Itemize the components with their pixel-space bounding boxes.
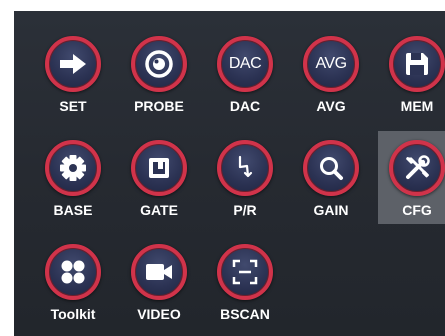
save-disk-icon <box>406 53 428 75</box>
avg-circle: AVG <box>303 36 359 92</box>
toolkit-label: Toolkit <box>50 306 96 322</box>
gear-icon <box>60 155 86 181</box>
gate-button[interactable]: GATE <box>118 132 206 232</box>
probe-label: PROBE <box>134 98 184 114</box>
video-button[interactable]: VIDEO <box>118 236 206 336</box>
four-dots-icon <box>61 260 85 284</box>
video-label: VIDEO <box>137 306 181 322</box>
base-circle <box>45 140 101 196</box>
video-camera-icon <box>146 264 172 280</box>
gain-circle <box>303 140 359 196</box>
pulse-icon <box>238 155 253 178</box>
bscan-button[interactable]: BSCAN <box>204 236 292 336</box>
toolkit-circle <box>45 244 101 300</box>
base-label: BASE <box>53 202 93 218</box>
cfg-circle <box>389 140 445 196</box>
arrow-right-icon <box>60 54 86 74</box>
set-label: SET <box>59 98 87 114</box>
video-circle <box>131 244 187 300</box>
mem-circle <box>389 36 445 92</box>
probe-circle <box>131 36 187 92</box>
gain-button[interactable]: GAIN <box>290 132 378 232</box>
magnifier-icon <box>320 157 343 180</box>
mem-button[interactable]: MEM <box>376 28 445 128</box>
pr-label: P/R <box>233 202 257 218</box>
dac-circle: DAC <box>217 36 273 92</box>
cfg-label: CFG <box>402 202 432 218</box>
set-circle <box>45 36 101 92</box>
probe-icon <box>145 50 173 78</box>
probe-button[interactable]: PROBE <box>118 28 206 128</box>
cfg-button[interactable]: CFG <box>376 132 445 232</box>
avg-label: AVG <box>316 98 346 114</box>
gain-label: GAIN <box>313 202 349 218</box>
gate-label: GATE <box>140 202 178 218</box>
set-button[interactable]: SET <box>32 28 120 128</box>
avg-text-icon: AVG <box>315 55 347 72</box>
pr-circle <box>217 140 273 196</box>
bscan-label: BSCAN <box>220 306 270 322</box>
tools-icon <box>406 155 430 179</box>
menu-panel: SET PROBE DAC DAC AVG AVG MEM BASE GATE … <box>14 11 445 336</box>
gate-icon <box>149 158 169 178</box>
base-button[interactable]: BASE <box>32 132 120 232</box>
scan-frame-icon <box>232 259 258 285</box>
bscan-circle <box>217 244 273 300</box>
gate-circle <box>131 140 187 196</box>
mem-label: MEM <box>400 98 434 114</box>
dac-text-icon: DAC <box>228 55 262 72</box>
pr-button[interactable]: P/R <box>204 132 292 232</box>
avg-button[interactable]: AVG AVG <box>290 28 378 128</box>
toolkit-button[interactable]: Toolkit <box>32 236 120 336</box>
dac-button[interactable]: DAC DAC <box>204 28 292 128</box>
dac-label: DAC <box>229 98 261 114</box>
